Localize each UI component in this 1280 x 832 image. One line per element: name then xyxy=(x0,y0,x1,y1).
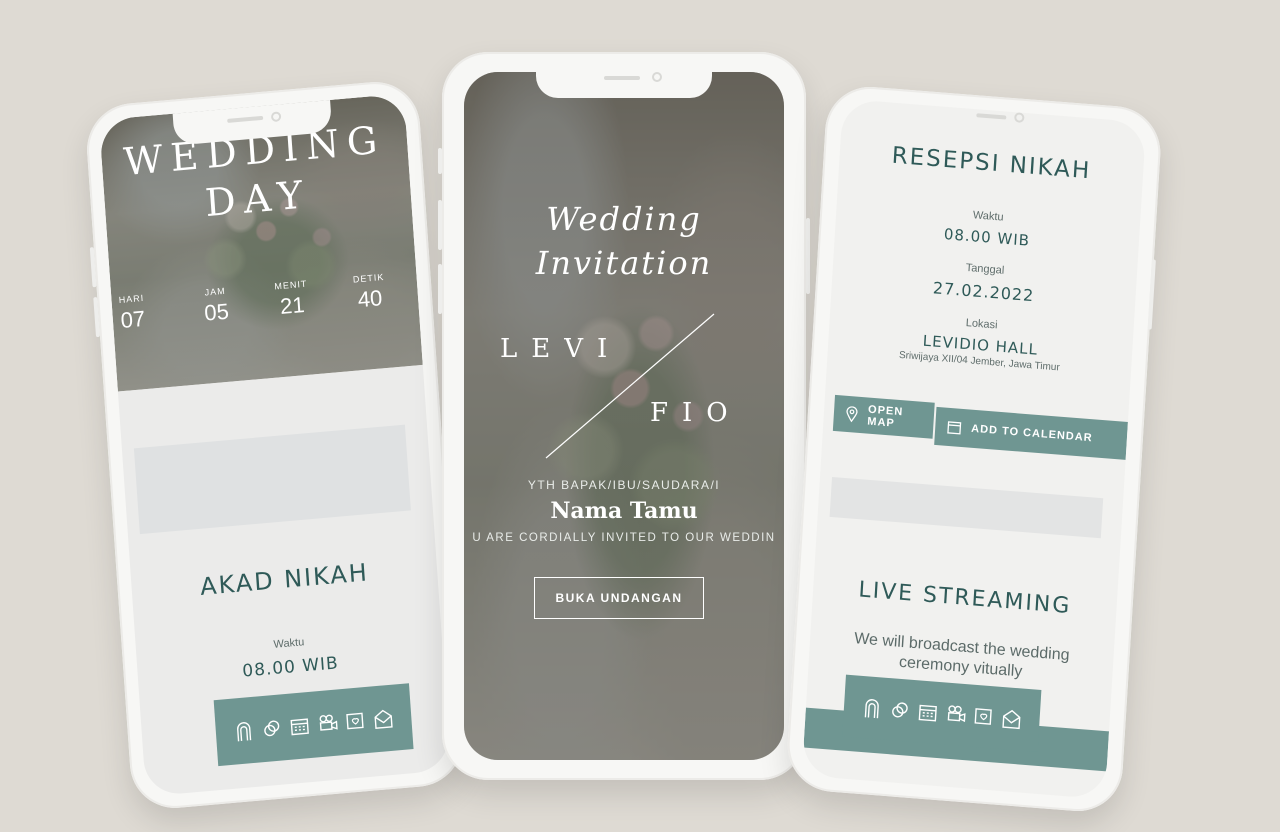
right-screen: RESEPSI NIKAH Waktu 08.00 WIB Tanggal 27… xyxy=(801,98,1147,800)
countdown-value: 05 xyxy=(203,298,230,326)
countdown-value: 40 xyxy=(356,285,384,313)
phone-side-button xyxy=(1147,259,1156,330)
add-to-calendar-button[interactable]: ADD TO CALENDAR xyxy=(934,406,1128,460)
bride-name: FIO xyxy=(650,398,742,428)
arch-icon[interactable] xyxy=(860,695,883,721)
center-screen: Wedding Invitation LEVI FIO YTH BAPAK/IB… xyxy=(464,72,784,760)
center-phone-mockup: Wedding Invitation LEVI FIO YTH BAPAK/IB… xyxy=(438,52,810,780)
hero-photo: WEDDING DAY HARI 07 JAM 05 MENIT 21 DETI… xyxy=(98,93,423,392)
countdown-seconds: DETIK 40 xyxy=(338,271,401,315)
open-invitation-button[interactable]: BUKA UNDANGAN xyxy=(534,577,704,619)
gallery-icon[interactable] xyxy=(972,704,995,730)
rings-icon[interactable] xyxy=(260,715,284,741)
map-pin-icon xyxy=(846,406,858,423)
rings-icon[interactable] xyxy=(888,697,911,723)
image-placeholder xyxy=(133,424,411,535)
envelope-icon[interactable] xyxy=(372,706,396,732)
phone-side-button xyxy=(93,296,101,338)
phone-notch xyxy=(536,72,712,98)
right-phone-mockup: RESEPSI NIKAH Waktu 08.00 WIB Tanggal 27… xyxy=(784,83,1164,815)
bottom-nav xyxy=(213,683,414,767)
left-screen: WEDDING DAY HARI 07 JAM 05 MENIT 21 DETI… xyxy=(98,93,452,797)
calendar-icon[interactable] xyxy=(288,713,312,739)
phone-side-button xyxy=(438,200,442,250)
phone-side-button xyxy=(438,148,442,174)
phone-side-button xyxy=(806,218,810,294)
camera-icon[interactable] xyxy=(316,711,340,737)
calendar-icon[interactable] xyxy=(916,699,939,725)
phone-side-button xyxy=(89,247,97,288)
left-phone-mockup: WEDDING DAY HARI 07 JAM 05 MENIT 21 DETI… xyxy=(83,78,467,812)
guest-name: Nama Tamu xyxy=(550,498,698,524)
akad-nikah-title: AKAD NIKAH xyxy=(199,558,370,602)
live-streaming-title: LIVE STREAMING xyxy=(857,577,1072,620)
invited-text: U ARE CORDIALLY INVITED TO OUR WEDDIN xyxy=(472,532,776,544)
guest-prefix: YTH BAPAK/IBU/SAUDARA/I xyxy=(527,478,721,492)
resepsi-nikah-title: RESEPSI NIKAH xyxy=(891,142,1092,185)
open-map-button[interactable]: OPEN MAP xyxy=(832,394,935,439)
image-placeholder xyxy=(829,476,1104,539)
arch-icon[interactable] xyxy=(232,718,256,744)
camera-icon[interactable] xyxy=(944,702,967,728)
countdown-hours: JAM 05 xyxy=(185,284,248,328)
calendar-add-icon xyxy=(947,421,962,435)
add-to-calendar-label: ADD TO CALENDAR xyxy=(970,422,1093,445)
envelope-icon[interactable] xyxy=(1000,706,1023,732)
gallery-icon[interactable] xyxy=(344,708,368,734)
countdown-days: HARI 07 xyxy=(101,291,164,335)
countdown-value: 07 xyxy=(119,305,146,333)
phone-side-button xyxy=(438,264,442,314)
countdown-value: 21 xyxy=(279,291,306,320)
open-map-label: OPEN MAP xyxy=(867,403,904,430)
countdown-minutes: MENIT 21 xyxy=(261,277,324,321)
